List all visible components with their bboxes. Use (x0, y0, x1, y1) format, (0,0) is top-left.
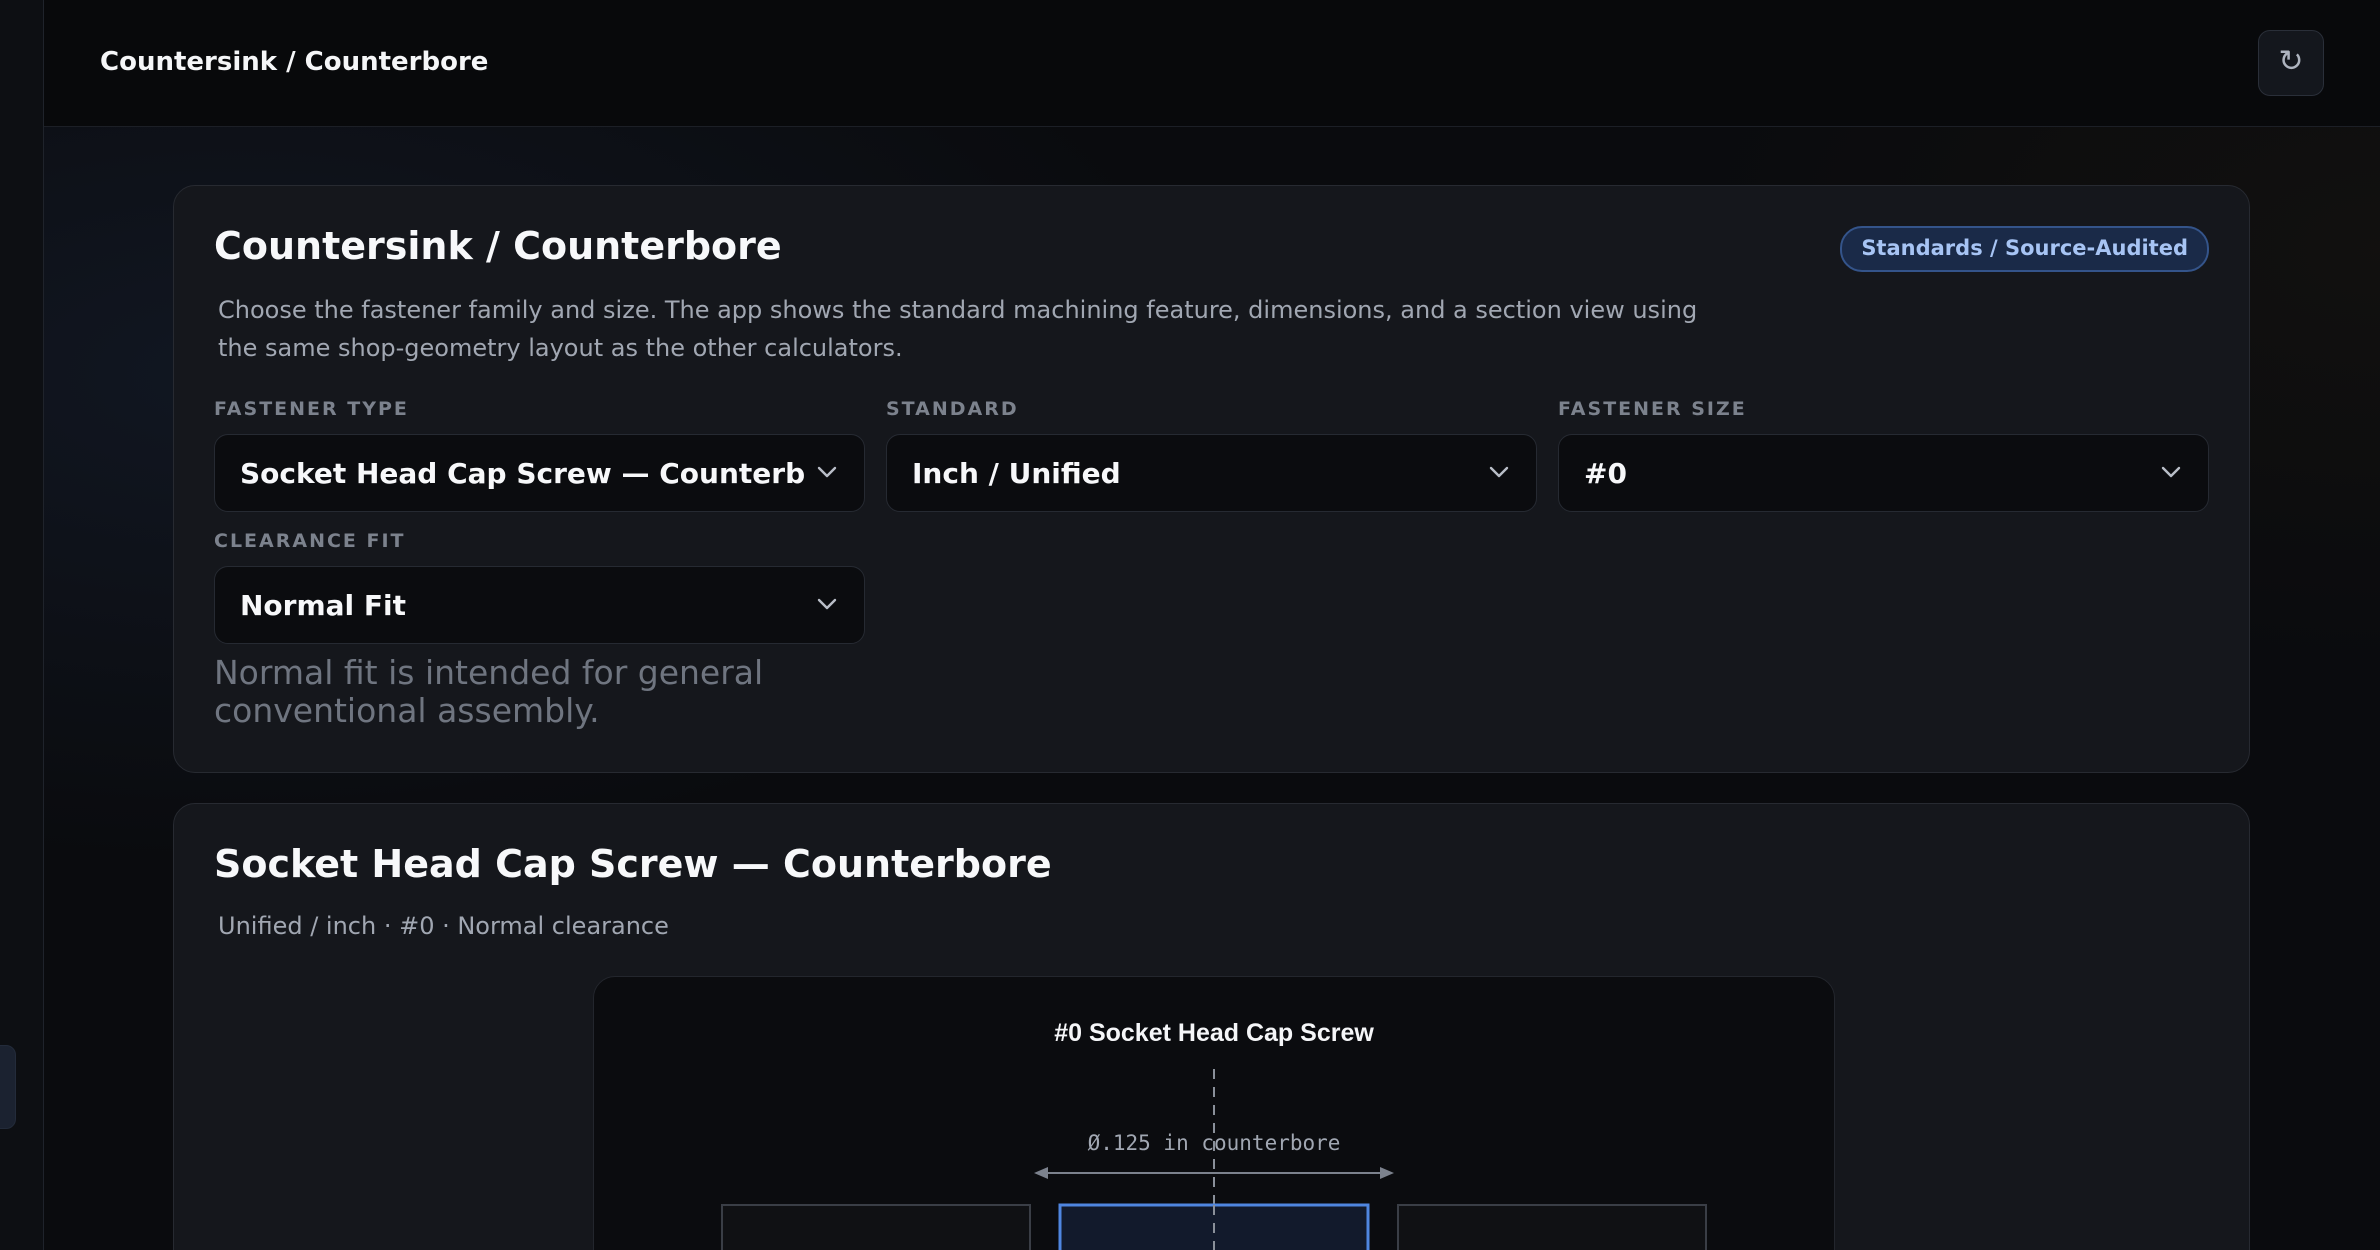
refresh-icon[interactable]: ↻ (2258, 30, 2324, 96)
fastener-size-select[interactable]: #0 (1558, 434, 2209, 512)
app-window: Countersink / Counterbore ↻ Countersink … (0, 0, 2380, 1250)
status-badge: Standards / Source-Audited (1840, 226, 2209, 272)
dimension-arrow-right (1380, 1167, 1394, 1179)
result-card-subtitle: Unified / inch · #0 · Normal clearance (218, 912, 669, 940)
chevron-down-icon (817, 598, 837, 610)
result-card-title: Socket Head Cap Screw — Counterbore (214, 842, 1052, 886)
section-view-diagram: #0 Socket Head Cap Screw Ø.125 in counte… (593, 976, 1835, 1250)
clearance-fit-select[interactable]: Normal Fit (214, 566, 865, 644)
clearance-fit-note: Normal fit is intended for general conve… (214, 653, 764, 730)
chevron-down-icon (1489, 466, 1509, 478)
left-rail (0, 0, 44, 1250)
top-bar: Countersink / Counterbore ↻ (44, 0, 2380, 127)
material-block-left (721, 1204, 1031, 1250)
inputs-card-description: Choose the fastener family and size. The… (218, 296, 1698, 362)
standard-value: Inch / Unified (912, 457, 1121, 490)
fastener-size-label: FASTENER SIZE (1558, 398, 1747, 420)
diagram-title: #0 Socket Head Cap Screw (1054, 1019, 1374, 1047)
chevron-down-icon (817, 466, 837, 478)
fastener-type-label: FASTENER TYPE (214, 398, 409, 420)
fastener-size-value: #0 (1584, 457, 1627, 490)
chevron-down-icon (2161, 466, 2181, 478)
fastener-type-value: Socket Head Cap Screw — Counterbore (240, 457, 804, 490)
result-card: Socket Head Cap Screw — Counterbore Unif… (173, 803, 2250, 1250)
counterbore-dimension-label: Ø.125 in counterbore (1088, 1131, 1341, 1155)
standard-label: STANDARD (886, 398, 1019, 420)
fastener-type-select[interactable]: Socket Head Cap Screw — Counterbore (214, 434, 865, 512)
rail-expand-handle[interactable] (0, 1045, 16, 1129)
dimension-arrow-left (1034, 1167, 1048, 1179)
standard-select[interactable]: Inch / Unified (886, 434, 1537, 512)
clearance-fit-label: CLEARANCE FIT (214, 530, 406, 552)
inputs-card-title: Countersink / Counterbore (214, 224, 782, 268)
section-view-svg: #0 Socket Head Cap Screw Ø.125 in counte… (721, 1019, 1707, 1250)
app-title: Countersink / Counterbore (100, 47, 489, 77)
clearance-fit-value: Normal Fit (240, 589, 407, 622)
material-block-right (1397, 1204, 1707, 1250)
inputs-card: Countersink / Counterbore Standards / So… (173, 185, 2250, 773)
